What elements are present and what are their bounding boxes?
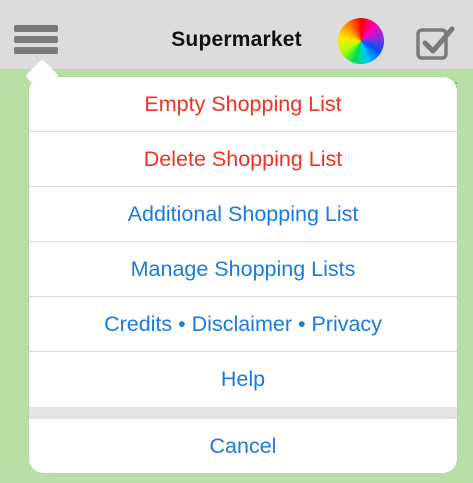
- action-popover-menu: Empty Shopping List Delete Shopping List…: [29, 77, 457, 473]
- menu-separator: [29, 407, 457, 419]
- credits-disclaimer-privacy-button[interactable]: Credits • Disclaimer • Privacy: [29, 297, 457, 352]
- color-wheel-icon[interactable]: [338, 18, 384, 64]
- manage-shopping-lists-button[interactable]: Manage Shopping Lists: [29, 242, 457, 297]
- help-button[interactable]: Help: [29, 352, 457, 407]
- checkbox-check-icon[interactable]: [416, 24, 456, 60]
- additional-shopping-list-button[interactable]: Additional Shopping List: [29, 187, 457, 242]
- page-title: Supermarket: [171, 28, 302, 51]
- navigation-bar: Supermarket: [0, 0, 473, 70]
- cancel-button[interactable]: Cancel: [29, 419, 457, 473]
- delete-shopping-list-button[interactable]: Delete Shopping List: [29, 132, 457, 187]
- empty-shopping-list-button[interactable]: Empty Shopping List: [29, 77, 457, 132]
